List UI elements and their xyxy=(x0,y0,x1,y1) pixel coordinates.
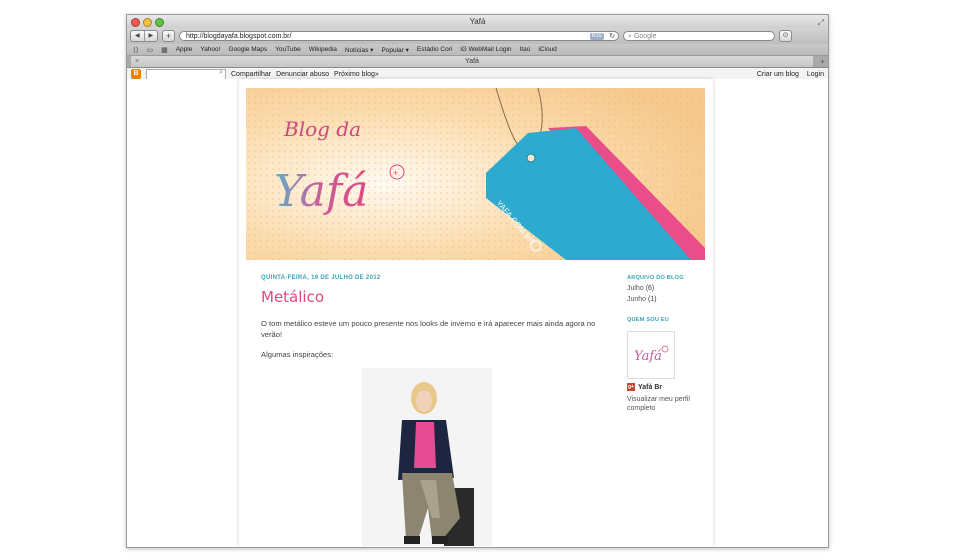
model-photo-graphic xyxy=(362,368,492,546)
bookmark-ig-webmail[interactable]: iG WebMail Login xyxy=(460,46,511,53)
blogger-logo-icon[interactable]: B xyxy=(131,69,141,79)
create-blog-link[interactable]: Criar um blog xyxy=(757,71,799,78)
rss-badge[interactable]: RSS xyxy=(589,33,604,40)
address-bar[interactable]: http://blogdayafa.blogspot.com.br/ RSS ↻ xyxy=(179,31,619,41)
sidebar: ARQUIVO DO BLOG Julho (6) Junho (1) QUEM… xyxy=(627,275,705,413)
post-column: QUINTA-FEIRA, 19 DE JULHO DE 2012 Metáli… xyxy=(261,275,601,546)
bookmark-yahoo[interactable]: Yahoo! xyxy=(200,46,220,53)
archive-count: (6) xyxy=(645,285,655,292)
profile-name[interactable]: Yafá Br xyxy=(638,384,662,391)
top-sites-icon[interactable]: ▦ xyxy=(161,46,168,54)
tab-bar: × Yafá + xyxy=(127,56,828,68)
browser-window: Yafá ⤢ ◀ ▶ + http://blogdayafa.blogspot.… xyxy=(126,14,829,548)
blog-header-banner[interactable]: YAFA.COM.BR Blog da Yafá + xyxy=(246,88,705,260)
tab-yafa[interactable]: × Yafá xyxy=(131,56,813,67)
bookmarks-bar: ⟨⟩ ▭ ▦ Apple Yahoo! Google Maps YouTube … xyxy=(127,44,828,56)
bookmark-noticias[interactable]: Notícias ▾ xyxy=(345,46,374,54)
reading-list-icon[interactable]: ▭ xyxy=(146,46,153,54)
google-plus-icon: g+ xyxy=(627,383,635,391)
title-bar: Yafá ⤢ xyxy=(127,15,828,28)
archive-count: (1) xyxy=(648,296,657,303)
close-tab-icon[interactable]: × xyxy=(135,56,139,67)
bookmark-youtube[interactable]: YouTube xyxy=(275,46,301,53)
profile-logo-graphic: Yafá xyxy=(634,345,669,364)
profile-name-row[interactable]: g+ Yafá Br xyxy=(627,383,705,391)
url-text: http://blogdayafa.blogspot.com.br/ xyxy=(186,33,292,40)
post-paragraph-2: Algumas inspirações: xyxy=(261,350,334,359)
tab-title: Yafá xyxy=(465,58,479,65)
archive-item-junho[interactable]: Junho (1) xyxy=(627,296,705,303)
bookmark-estadio-cori[interactable]: Estádio Cori xyxy=(417,46,452,53)
bookmark-google-maps[interactable]: Google Maps xyxy=(228,46,267,53)
back-icon[interactable]: ◀ xyxy=(131,31,145,41)
archive-item-julho[interactable]: Julho (6) xyxy=(627,285,705,292)
share-link[interactable]: Compartilhar xyxy=(231,71,271,78)
blog-page: YAFA.COM.BR Blog da Yafá + QUINTA-FEIRA,… xyxy=(239,79,713,547)
post-photo[interactable] xyxy=(362,368,492,546)
downloads-button[interactable]: ⊙ xyxy=(779,30,792,42)
report-abuse-link[interactable]: Denunciar abuso xyxy=(276,71,329,78)
page-viewport: YAFA.COM.BR Blog da Yafá + QUINTA-FEIRA,… xyxy=(127,79,828,547)
zoom-window-button[interactable] xyxy=(155,18,164,27)
banner-title-line1: Blog da xyxy=(283,117,361,141)
post-body: O tom metálico esteve um pouco presente … xyxy=(261,318,601,360)
bookmark-wikipedia[interactable]: Wikipedia xyxy=(309,46,337,53)
banner-title-line2: Yafá xyxy=(274,166,368,217)
archive-month[interactable]: Julho xyxy=(627,285,644,292)
browser-toolbar: ◀ ▶ + http://blogdayafa.blogspot.com.br/… xyxy=(127,28,828,44)
minimize-window-button[interactable] xyxy=(143,18,152,27)
window-title: Yafá xyxy=(469,17,486,26)
search-field[interactable]: ⌕ Google xyxy=(623,31,775,41)
post-date: QUINTA-FEIRA, 19 DE JULHO DE 2012 xyxy=(261,275,381,281)
bookmark-itau[interactable]: Itaú xyxy=(520,46,531,53)
add-bookmark-button[interactable]: + xyxy=(162,30,175,42)
profile-image[interactable]: Yafá xyxy=(627,331,675,379)
bookmark-popular[interactable]: Popular ▾ xyxy=(381,46,408,54)
search-icon: ⌕ xyxy=(628,33,632,40)
new-tab-icon[interactable]: + xyxy=(820,56,825,67)
view-profile-link[interactable]: Visualizar meu perfil completo xyxy=(627,395,705,413)
search-placeholder: Google xyxy=(633,33,657,40)
archive-title: ARQUIVO DO BLOG xyxy=(627,275,684,281)
bookmark-icloud[interactable]: iCloud xyxy=(538,46,556,53)
search-icon[interactable]: ⌕ xyxy=(219,69,223,77)
traffic-lights xyxy=(131,18,164,27)
login-link[interactable]: Login xyxy=(807,71,824,78)
reader-icon[interactable]: ⟨⟩ xyxy=(133,46,138,54)
archive-month[interactable]: Junho xyxy=(627,296,646,303)
blog-search-input[interactable]: ⌕ xyxy=(146,68,226,80)
banner-graphic: YAFA.COM.BR Blog da Yafá + xyxy=(246,88,705,260)
back-forward-buttons[interactable]: ◀ ▶ xyxy=(130,30,158,42)
reload-icon[interactable]: ↻ xyxy=(609,32,615,42)
bookmark-apple[interactable]: Apple xyxy=(176,46,193,53)
profile-logo-text: Yafá xyxy=(634,349,662,364)
close-window-button[interactable] xyxy=(131,18,140,27)
forward-icon[interactable]: ▶ xyxy=(145,31,158,41)
plus-icon: + xyxy=(393,168,398,178)
next-blog-link[interactable]: Próximo blog» xyxy=(334,71,379,78)
about-title: QUEM SOU EU xyxy=(627,317,669,323)
post-paragraph-1: O tom metálico esteve um pouco presente … xyxy=(261,319,596,339)
post-title[interactable]: Metálico xyxy=(261,288,601,306)
